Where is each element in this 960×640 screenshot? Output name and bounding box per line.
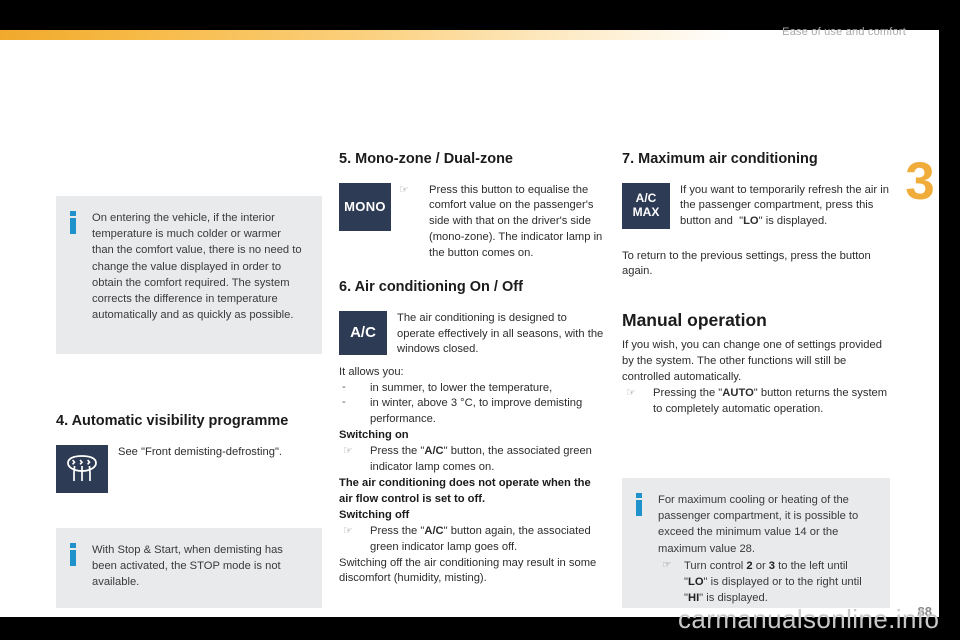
manual-operation-instruction: Pressing the "AUTO" button returns the s… bbox=[653, 387, 888, 415]
info-box-text: For maximum cooling or heating of the pa… bbox=[658, 494, 859, 555]
dash-item-text: in winter, above 3 °C, to improve demist… bbox=[370, 397, 583, 426]
info-box-comfort-value: On entering the vehicle, if the interior… bbox=[56, 196, 322, 354]
section-7-button-row: A/C MAX If you want to temporarily refre… bbox=[622, 182, 890, 245]
section-6-closing: Switching off the air conditioning may r… bbox=[339, 556, 597, 585]
ac-max-line-1: A/C bbox=[635, 191, 657, 206]
info-icon bbox=[70, 211, 76, 234]
info-icon bbox=[70, 543, 76, 566]
section-4-caption: See "Front demisting-defrosting". bbox=[118, 445, 283, 458]
middle-column: 5. Mono-zone / Dual-zone MONO ☞ Press th… bbox=[339, 150, 607, 587]
switching-on-instruction: Press the "A/C" button, the associated g… bbox=[370, 445, 592, 474]
section-5-heading: 5. Mono-zone / Dual-zone bbox=[339, 151, 513, 167]
section-5-caption-wrap: ☞ Press this button to equalise the comf… bbox=[339, 183, 607, 263]
section-7-heading: 7. Maximum air conditioning bbox=[622, 151, 818, 167]
manual-page: Ease of use and comfort 3 On entering th… bbox=[0, 0, 960, 640]
watermark: carmanualsonline.info bbox=[678, 604, 940, 634]
section-6-button-row: A/C The air conditioning is designed to … bbox=[339, 310, 607, 361]
ac-max-line-2: MAX bbox=[632, 204, 660, 219]
dash-item-text: in summer, to lower the temperature, bbox=[370, 381, 553, 394]
hand-pointer-icon: ☞ bbox=[343, 445, 353, 458]
section-7-paragraph: To return to the previous settings, pres… bbox=[622, 249, 871, 278]
hand-pointer-icon: ☞ bbox=[343, 524, 353, 537]
ac-button[interactable]: A/C bbox=[339, 310, 387, 355]
manual-operation-paragraph: If you wish, you can change one of setti… bbox=[622, 339, 882, 384]
switching-off-instruction: Press the "A/C" button again, the associ… bbox=[370, 524, 591, 553]
chapter-number: 3 bbox=[905, 152, 935, 211]
section-6-heading: 6. Air conditioning On / Off bbox=[339, 279, 523, 296]
dash-bullet: - bbox=[342, 380, 346, 393]
page-header-title: Ease of use and comfort bbox=[782, 26, 906, 38]
list-item: - in summer, to lower the temperature, bbox=[339, 381, 607, 397]
list-item: - in winter, above 3 °C, to improve demi… bbox=[339, 396, 607, 428]
info-box-sub-item: ☞ Turn control 2 or 3 to the left until … bbox=[662, 558, 862, 605]
info-box-max-cooling: For maximum cooling or heating of the pa… bbox=[622, 478, 890, 608]
section-5-button-row: MONO ☞ Press this button to equalise the… bbox=[339, 182, 607, 263]
switching-on-label: Switching on bbox=[339, 429, 409, 442]
ac-airflow-warning: The air conditioning does not operate wh… bbox=[339, 476, 591, 505]
list-item: ☞ Press the "A/C" button again, the asso… bbox=[339, 524, 607, 556]
info-icon bbox=[636, 493, 642, 516]
section-4-heading: 4. Automatic visibility programme bbox=[56, 413, 289, 429]
list-item: ☞ Pressing the "AUTO" button returns the… bbox=[622, 386, 890, 418]
hand-pointer-icon: ☞ bbox=[399, 183, 409, 196]
info-box-text: On entering the vehicle, if the interior… bbox=[92, 212, 302, 322]
hand-pointer-icon: ☞ bbox=[662, 558, 672, 571]
section-6-intro: It allows you: bbox=[339, 365, 404, 378]
dash-bullet: - bbox=[342, 396, 346, 409]
right-column: 7. Maximum air conditioning A/C MAX If y… bbox=[622, 150, 890, 418]
info-box-stop-start: With Stop & Start, when demisting has be… bbox=[56, 528, 322, 608]
section-4-automatic-visibility: 4. Automatic visibility programme See "F… bbox=[56, 412, 324, 505]
section-4-button-row: See "Front demisting-defrosting". bbox=[56, 444, 324, 501]
section-5-caption: Press this button to equalise the comfor… bbox=[429, 183, 603, 260]
ac-max-button[interactable]: A/C MAX bbox=[622, 182, 670, 229]
list-item: ☞ Press the "A/C" button, the associated… bbox=[339, 444, 607, 476]
hand-pointer-icon: ☞ bbox=[626, 387, 636, 400]
switching-off-label: Switching off bbox=[339, 508, 410, 521]
manual-operation-heading: Manual operation bbox=[622, 310, 767, 331]
info-box-text: With Stop & Start, when demisting has be… bbox=[92, 544, 283, 589]
